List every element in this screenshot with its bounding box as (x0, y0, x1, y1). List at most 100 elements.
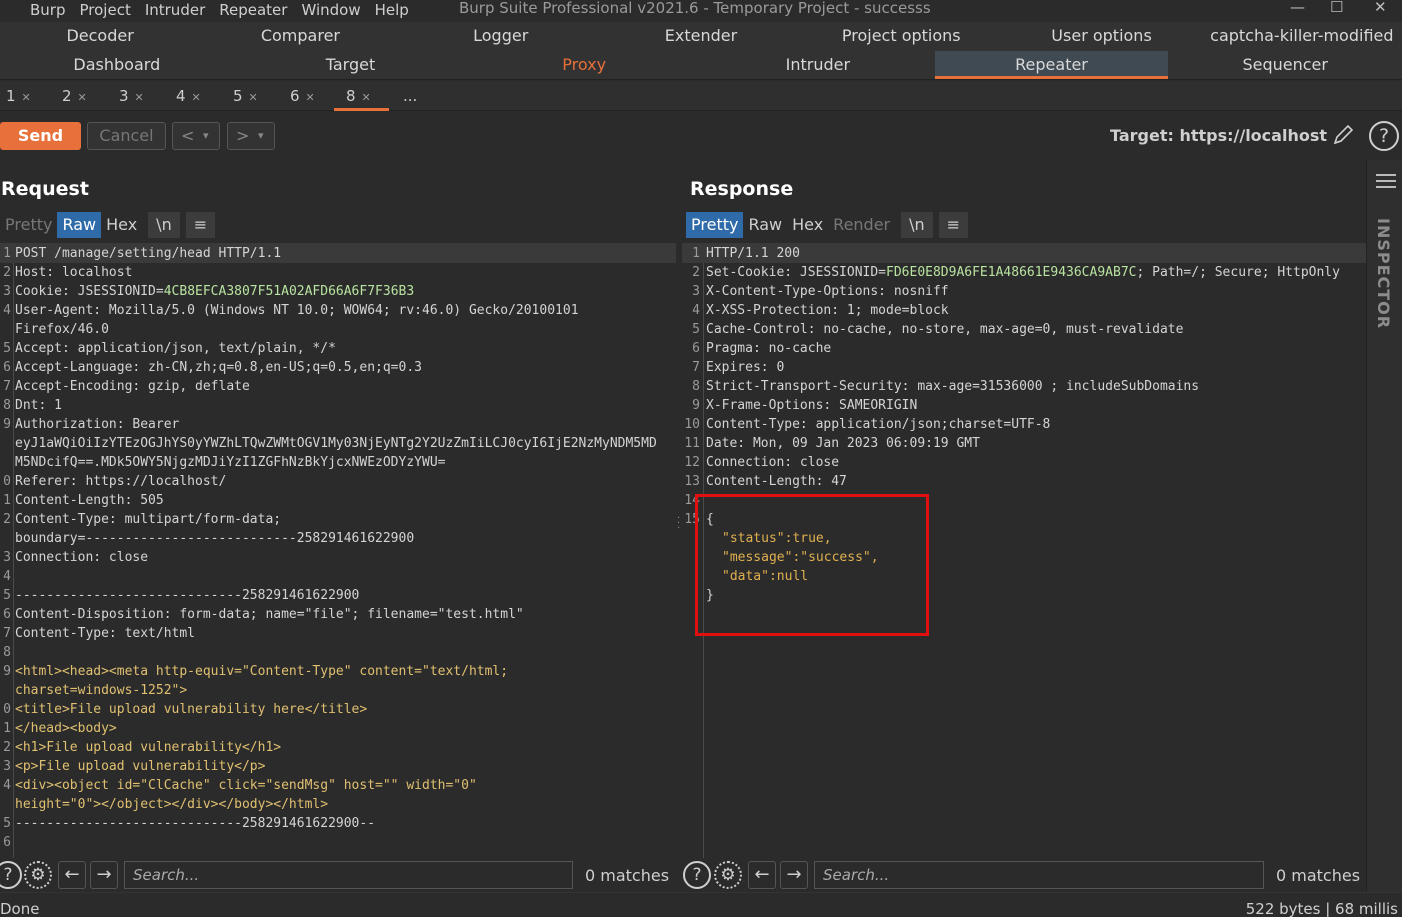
close-icon[interactable]: ✕ (1374, 0, 1387, 16)
code-line: Firefox/46.0 (0, 320, 676, 339)
repeater-tab-label: 4 (176, 87, 186, 105)
line-text: Dnt: 1 (15, 398, 62, 413)
inspector-panel[interactable]: INSPECTOR (1366, 160, 1402, 892)
menu-burp[interactable]: Burp (30, 2, 66, 18)
send-button[interactable]: Send (0, 122, 81, 150)
line-number: 5 (3, 341, 11, 356)
code-line: 4 X-XSS-Protection: 1; mode=block (682, 301, 1366, 320)
code-line: 3 Connection: close (0, 548, 676, 567)
drag-handle-icon[interactable]: · · · (677, 514, 680, 534)
repeater-tab-4[interactable]: 4 ✕ (170, 81, 222, 111)
repeater-tab-1[interactable]: 1 ✕ (0, 81, 52, 111)
gear-icon[interactable]: ⚙ (714, 861, 742, 889)
menu-project[interactable]: Project (80, 2, 131, 18)
line-number: 5 (3, 588, 11, 603)
code-line: eyJ1aWQiOiIzYTEzOGJhYS0yYWZhLTQwZWMtOGV1… (0, 434, 676, 453)
tab-intruder[interactable]: Intruder (701, 51, 935, 79)
pencil-icon[interactable] (1332, 124, 1354, 146)
tab-sequencer[interactable]: Sequencer (1168, 51, 1402, 79)
line-text: X-XSS-Protection: 1; mode=block (706, 303, 949, 318)
menu-icon[interactable]: ≡ (938, 212, 969, 238)
chevron-down-icon[interactable]: ▾ (203, 123, 209, 149)
code-line: 5 -----------------------------2582914616… (0, 586, 676, 605)
menu-repeater[interactable]: Repeater (219, 2, 287, 18)
code-line: 5 Accept: application/json, text/plain, *… (0, 339, 676, 358)
close-icon[interactable]: ✕ (22, 91, 31, 104)
line-text: <div><object id="ClCache" click="sendMsg… (15, 778, 477, 793)
tab-dashboard[interactable]: Dashboard (0, 51, 234, 79)
minimize-icon[interactable]: — (1290, 0, 1305, 16)
close-icon[interactable]: ✕ (362, 91, 371, 104)
line-text: Referer: https://localhost/ (15, 474, 227, 489)
newline-toggle[interactable]: \n (901, 212, 933, 238)
line-text: X-Frame-Options: SAMEORIGIN (706, 398, 918, 413)
repeater-tab-5[interactable]: 5 ✕ (227, 81, 279, 111)
tab-captcha-killer[interactable]: captcha-killer-modified (1202, 22, 1402, 51)
menu-intruder[interactable]: Intruder (145, 2, 205, 18)
code-line: 2 Set-Cookie: JSESSIONID=FD6E0E8D9A6FE1A4… (682, 263, 1366, 282)
request-editor[interactable]: 1 POST /manage/setting/head HTTP/1.1 2 Host… (0, 243, 676, 858)
tab-user-options[interactable]: User options (1001, 22, 1201, 51)
tab-pretty[interactable]: Pretty (0, 212, 57, 238)
repeater-tab-2[interactable]: 2 ✕ (56, 81, 108, 111)
close-icon[interactable]: ✕ (306, 91, 315, 104)
close-icon[interactable]: ✕ (135, 91, 144, 104)
repeater-tab-8[interactable]: 8 ✕ (334, 81, 389, 111)
search-input[interactable] (124, 861, 573, 889)
line-text: Connection: close (706, 455, 840, 470)
tab-raw[interactable]: Raw (57, 212, 102, 238)
code-line: 3 X-Content-Type-Options: nosniff (682, 282, 1366, 301)
arrow-right-icon[interactable]: → (780, 861, 808, 889)
help-icon[interactable]: ? (683, 861, 711, 889)
arrow-left-icon[interactable]: ← (58, 861, 86, 889)
close-icon[interactable]: ✕ (249, 91, 258, 104)
window-title: Burp Suite Professional v2021.6 - Tempor… (459, 0, 931, 17)
code-line: 9 X-Frame-Options: SAMEORIGIN (682, 396, 1366, 415)
chevron-down-icon[interactable]: ▾ (258, 123, 264, 149)
tab-decoder[interactable]: Decoder (0, 22, 200, 51)
help-icon[interactable]: ? (1369, 121, 1399, 151)
tab-extender[interactable]: Extender (601, 22, 801, 51)
cancel-button[interactable]: Cancel (87, 122, 166, 150)
tab-target[interactable]: Target (234, 51, 468, 79)
repeater-tab-label: 2 (62, 87, 72, 105)
arrow-right-icon[interactable]: → (90, 861, 118, 889)
tab-proxy[interactable]: Proxy (467, 51, 701, 79)
line-number: 7 (3, 379, 11, 394)
back-button[interactable]: < ▾ (172, 122, 220, 150)
line-number: 9 (692, 398, 700, 413)
menu-icon[interactable]: ≡ (185, 212, 216, 238)
forward-button[interactable]: > ▾ (227, 122, 275, 150)
newline-toggle[interactable]: \n (148, 212, 180, 238)
menu-help[interactable]: Help (375, 2, 409, 18)
line-text: Set-Cookie: JSESSIONID=FD6E0E8D9A6FE1A48… (706, 265, 1340, 280)
tab-hex[interactable]: Hex (787, 212, 828, 238)
repeater-tab-6[interactable]: 6 ✕ (284, 81, 336, 111)
code-line: 1 HTTP/1.1 200 (682, 244, 1366, 263)
line-number: 2 (3, 512, 11, 527)
line-number: 8 (3, 398, 11, 413)
tab-raw[interactable]: Raw (743, 212, 787, 238)
code-line: 1 Content-Length: 505 (0, 491, 676, 510)
close-icon[interactable]: ✕ (192, 91, 201, 104)
help-icon[interactable]: ? (0, 861, 22, 889)
hamburger-icon[interactable] (1376, 174, 1396, 192)
menu-window[interactable]: Window (301, 2, 360, 18)
tab-project-options[interactable]: Project options (801, 22, 1001, 51)
tab-pretty[interactable]: Pretty (686, 212, 744, 238)
close-icon[interactable]: ✕ (78, 91, 87, 104)
tab-render[interactable]: Render (828, 212, 895, 238)
arrow-left-icon[interactable]: ← (748, 861, 776, 889)
inspector-label[interactable]: INSPECTOR (1374, 218, 1393, 329)
repeater-tab-new[interactable]: ... (397, 81, 427, 111)
gear-icon[interactable]: ⚙ (24, 861, 52, 889)
tab-repeater[interactable]: Repeater (934, 51, 1169, 79)
maximize-icon[interactable]: ☐ (1330, 0, 1343, 16)
search-input[interactable] (814, 861, 1264, 889)
repeater-tab-3[interactable]: 3 ✕ (113, 81, 165, 111)
tab-hex[interactable]: Hex (101, 212, 142, 238)
request-view-tabs: Pretty Raw Hex \n ≡ (0, 212, 216, 238)
tab-logger[interactable]: Logger (401, 22, 601, 51)
tab-comparer[interactable]: Comparer (200, 22, 400, 51)
line-text: HTTP/1.1 200 (706, 246, 800, 261)
